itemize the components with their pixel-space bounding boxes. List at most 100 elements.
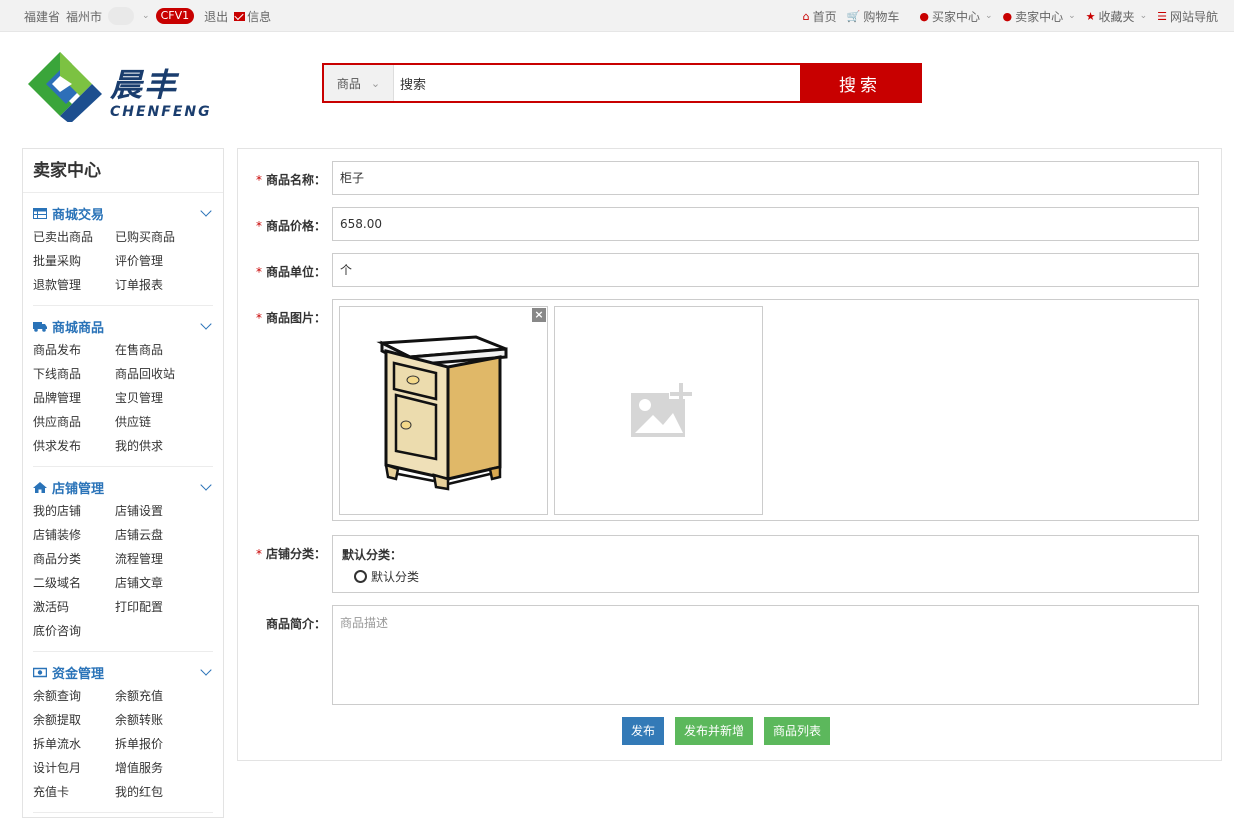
sidebar-group-title: 商城商品 <box>52 320 105 336</box>
name-label: 商品名称： <box>265 173 326 187</box>
product-unit-input[interactable]: 个 <box>332 253 1199 287</box>
publish-button[interactable]: 发布 <box>622 717 665 745</box>
sidebar-group-header[interactable]: 资金管理 <box>32 662 213 682</box>
sidebar-item[interactable]: 在售商品 <box>115 338 197 362</box>
sidebar-item[interactable]: 供求发布 <box>33 434 115 458</box>
sidebar-item[interactable]: 设计包月 <box>33 756 115 780</box>
cart-icon: 🛒 <box>846 9 861 23</box>
logo-mark-icon <box>28 52 102 122</box>
nav-buyer-center[interactable]: ● 买家中心 ⌄ <box>919 8 992 25</box>
sidebar-group-header[interactable]: 商城商品 <box>33 316 213 336</box>
description-textarea[interactable]: 商品描述 <box>332 605 1199 705</box>
form-actions: 发布 发布并新增 商品列表 <box>622 717 831 745</box>
sidebar-item[interactable]: 订单报表 <box>115 273 197 297</box>
sidebar-item[interactable]: 店铺设置 <box>115 499 197 523</box>
sidebar-item[interactable]: 商品发布 <box>33 338 115 362</box>
messages-label: 信息 <box>247 9 272 24</box>
logout-link[interactable]: 退出 <box>204 8 228 25</box>
location-area: 福建省 福州市 ⌄ CFV1 退出 信息 <box>24 0 271 32</box>
desc-label: 商品简介： <box>265 617 326 631</box>
sidebar-item[interactable]: 商品分类 <box>33 547 115 571</box>
sidebar-group-store: 店铺管理 我的店铺 店铺设置 店铺装修 店铺云盘 商品分类 流程管理 二级域名 … <box>33 467 213 652</box>
sidebar-item[interactable]: 评价管理 <box>115 249 197 273</box>
cabinet-image <box>376 335 508 491</box>
sidebar-item[interactable]: 店铺装修 <box>33 523 115 547</box>
sidebar-item[interactable]: 增值服务 <box>115 756 197 780</box>
sidebar-item[interactable]: 充值卡 <box>33 780 115 804</box>
sidebar-item[interactable]: 余额充值 <box>115 684 197 708</box>
nav-site-map[interactable]: ☰ 网站导航 <box>1157 8 1218 25</box>
sidebar-item[interactable]: 我的供求 <box>115 434 197 458</box>
sidebar-group-header[interactable]: 商城交易 <box>33 203 213 223</box>
nav-home[interactable]: ⌂ 首页 <box>803 8 837 25</box>
category-option[interactable]: 默认分类 <box>354 568 1198 585</box>
nav-cart[interactable]: 🛒 购物车 <box>847 8 900 25</box>
product-image-thumb[interactable]: × <box>339 306 548 515</box>
city-label[interactable]: 福州市 <box>66 8 102 25</box>
field-label: * 商品名称： <box>238 171 326 188</box>
sidebar-item[interactable]: 我的店铺 <box>33 499 115 523</box>
category-box: 默认分类： 默认分类 <box>332 535 1199 593</box>
search-button[interactable]: 搜索 <box>800 65 920 101</box>
add-image-slot[interactable] <box>554 306 763 515</box>
sidebar-item[interactable]: 我的红包 <box>115 780 197 804</box>
sidebar-item[interactable]: 底价咨询 <box>33 619 115 643</box>
logo[interactable]: 晨丰 CHENFENG <box>22 46 222 122</box>
sidebar-item[interactable]: 已卖出商品 <box>33 225 115 249</box>
sidebar-item[interactable]: 店铺文章 <box>115 571 197 595</box>
nav-seller-center[interactable]: ● 卖家中心 ⌄ <box>1003 8 1076 25</box>
image-upload-area: × <box>332 299 1199 521</box>
sidebar-item[interactable]: 宝贝管理 <box>115 386 197 410</box>
sidebar-item[interactable]: 供应商品 <box>33 410 115 434</box>
chevron-down-icon[interactable]: ⌄ <box>142 11 150 21</box>
sidebar-item[interactable]: 余额转账 <box>115 708 197 732</box>
user-icon: ● <box>1002 9 1013 23</box>
product-price-input[interactable]: 658.00 <box>332 207 1199 241</box>
sidebar-group-products: 商城商品 商品发布 在售商品 下线商品 商品回收站 品牌管理 宝贝管理 供应商品… <box>33 306 213 467</box>
sidebar-item[interactable]: 供应链 <box>115 410 197 434</box>
sidebar-item[interactable]: 下线商品 <box>33 362 115 386</box>
top-bar: 福建省 福州市 ⌄ CFV1 退出 信息 ⌂ 首页 🛒 购物车 ● 买家中心 ⌄… <box>0 0 1234 32</box>
sidebar-item[interactable]: 二级域名 <box>33 571 115 595</box>
nav-favorites-label: 收藏夹 <box>1098 9 1135 24</box>
sidebar-item[interactable]: 品牌管理 <box>33 386 115 410</box>
search-input[interactable] <box>394 65 800 101</box>
sidebar-item[interactable]: 余额提取 <box>33 708 115 732</box>
publish-and-new-button[interactable]: 发布并新增 <box>675 717 754 745</box>
messages-link[interactable]: 信息 <box>234 8 271 25</box>
sidebar-item[interactable]: 已购买商品 <box>115 225 197 249</box>
sidebar-group-header[interactable]: 店铺管理 <box>33 477 213 497</box>
remove-image-icon[interactable]: × <box>532 308 546 322</box>
money-icon <box>32 667 48 678</box>
price-label: 商品价格： <box>265 219 326 233</box>
sidebar-item[interactable]: 商品回收站 <box>115 362 197 386</box>
sidebar-item[interactable]: 激活码 <box>33 595 115 619</box>
user-icon: ● <box>919 9 929 23</box>
radio-icon[interactable] <box>354 570 367 583</box>
avatar[interactable] <box>108 7 135 25</box>
field-label: * 商品价格： <box>238 217 326 234</box>
sidebar-item[interactable]: 拆单流水 <box>33 732 115 756</box>
sidebar-item[interactable]: 批量采购 <box>33 249 115 273</box>
chevron-down-icon: ⌄ <box>370 76 381 90</box>
sidebar-item[interactable]: 流程管理 <box>115 547 197 571</box>
sidebar-item[interactable]: 退款管理 <box>33 273 115 297</box>
image-label: 商品图片： <box>265 311 326 325</box>
province-label[interactable]: 福建省 <box>24 8 60 25</box>
required-mark: * <box>255 311 262 325</box>
product-list-button[interactable]: 商品列表 <box>764 717 831 745</box>
sidebar-item[interactable]: 打印配置 <box>115 595 197 619</box>
sidebar-item[interactable]: 店铺云盘 <box>115 523 197 547</box>
sidebar-item[interactable]: 余额查询 <box>33 684 115 708</box>
header: 晨丰 CHENFENG 商品 ⌄ 搜索 <box>0 32 1234 142</box>
search-scope-select[interactable]: 商品 ⌄ <box>324 65 394 101</box>
field-label: * 店铺分类： <box>238 545 326 562</box>
sidebar-item[interactable]: 拆单报价 <box>115 732 197 756</box>
nav-favorites[interactable]: ★ 收藏夹 ⌄ <box>1086 8 1147 25</box>
add-image-icon <box>631 381 693 437</box>
required-mark: * <box>255 265 262 279</box>
product-name-input[interactable]: 柜子 <box>332 161 1199 195</box>
home-icon: ⌂ <box>802 9 810 23</box>
search-scope-label: 商品 <box>336 76 361 91</box>
product-form: * 商品名称： 柜子 * 商品价格： 658.00 * 商品单位： 个 * 商品图片： <box>237 148 1222 761</box>
